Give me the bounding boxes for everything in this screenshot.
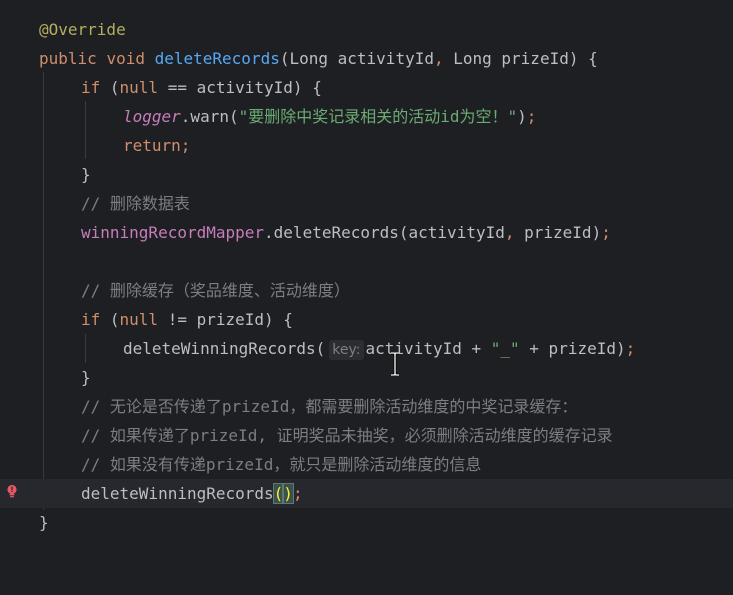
annotation: @Override [39,20,126,39]
method-name: deleteRecords [154,49,280,68]
keyword: if [81,310,101,329]
code-text: ( [100,310,120,329]
code-text: ( [100,78,120,97]
semicolon: ; [601,223,611,242]
code-text: deleteWinningRecords( [123,339,326,358]
error-bulb-icon[interactable] [5,484,19,498]
text-cursor-icon [391,352,399,376]
code-line[interactable]: winningRecordMapper.deleteRecords(activi… [0,218,733,247]
code-line[interactable]: if (null == activityId) { [0,73,733,102]
comment: // 无论是否传递了prizeId，都需要删除活动维度的中奖记录缓存： [81,397,578,416]
code-line[interactable]: // 删除缓存（奖品维度、活动维度） [0,276,733,305]
code-text: prizeId) [514,223,602,242]
code-line[interactable]: } [0,160,733,189]
code-line[interactable]: // 无论是否传递了prizeId，都需要删除活动维度的中奖记录缓存： [0,392,733,421]
comma: , [433,49,444,68]
logger-field: logger [123,107,181,126]
code-line[interactable]: public void deleteRecords(Long activityI… [0,44,733,73]
keyword: null [119,310,159,329]
keyword: null [119,78,159,97]
code-line[interactable]: // 删除数据表 [0,189,733,218]
string-literal: "_" [490,339,520,358]
code-line[interactable]: logger.warn("要删除中奖记录相关的活动id为空！"); [0,102,733,131]
comment: // 如果没有传递prizeId，就只是删除活动维度的信息 [81,455,482,474]
code-editor[interactable]: @Override public void deleteRecords(Long… [0,0,733,540]
code-text: != prizeId) { [158,310,293,329]
comment: // 如果传递了prizeId, 证明奖品未抽奖，必须删除活动维度的缓存记录 [81,426,613,445]
code-text: + prizeId) [519,339,626,358]
code-text: .deleteRecords(activityId [264,223,505,242]
keyword: void [106,49,145,68]
code-line[interactable]: @Override [0,15,733,44]
code-text: .warn( [180,107,239,126]
mapper-field: winningRecordMapper [81,223,265,242]
keyword: return [123,136,181,155]
code-line[interactable]: // 如果没有传递prizeId，就只是删除活动维度的信息 [0,450,733,479]
code-text: ) [517,107,527,126]
semicolon: ; [526,107,537,126]
string-literal: "要删除中奖记录相关的活动id为空！" [238,107,518,126]
semicolon: ; [180,136,191,155]
matched-paren-close: ) [282,483,294,504]
keyword: if [81,78,101,97]
code-line[interactable]: return; [0,131,733,160]
semicolon: ; [625,339,636,358]
code-line[interactable]: // 如果传递了prizeId, 证明奖品未抽奖，必须删除活动维度的缓存记录 [0,421,733,450]
code-line[interactable]: } [0,363,733,392]
close-brace: } [81,165,91,184]
close-brace: } [81,368,91,387]
code-line[interactable]: } [0,508,733,537]
code-line[interactable]: deleteWinningRecords(key: activityId + "_… [0,334,733,363]
keyword: public [39,49,97,68]
close-brace: } [39,513,49,532]
params: Long prizeId) { [443,49,598,68]
code-text: activityId + [365,339,491,358]
code-line[interactable]: if (null != prizeId) { [0,305,733,334]
code-text: == activityId) { [158,78,322,97]
comment: // 删除数据表 [81,194,190,213]
comment: // 删除缓存（奖品维度、活动维度） [81,281,350,300]
params: (Long activityId [279,49,434,68]
semicolon: ; [292,484,303,503]
code-text: deleteWinningRecords [81,484,274,503]
comma: , [504,223,515,242]
parameter-hint: key: [329,340,364,360]
current-code-line[interactable]: deleteWinningRecords(); [0,479,733,508]
